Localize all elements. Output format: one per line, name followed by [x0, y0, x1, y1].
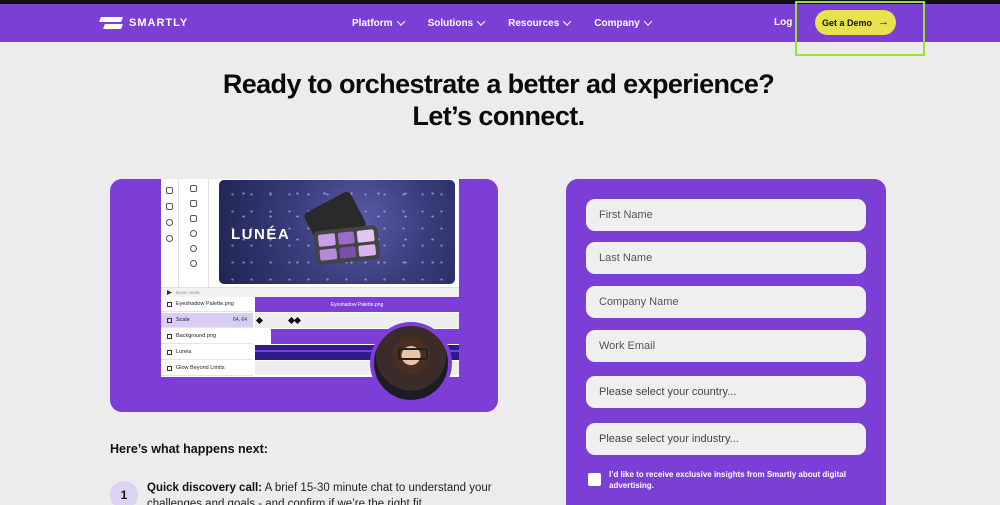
- first-name-input[interactable]: [586, 199, 866, 231]
- step-description: Quick discovery call: A brief 15-30 minu…: [147, 480, 497, 505]
- swatch: [319, 247, 338, 261]
- timecode: 00:00 / 00:00: [176, 290, 200, 295]
- login-link[interactable]: Log In: [774, 17, 796, 28]
- layer-label: Background.png: [176, 333, 217, 339]
- layer-label: Lunéa: [176, 349, 192, 355]
- industry-select[interactable]: Please select your industry...: [586, 423, 866, 455]
- nav-solutions[interactable]: Solutions: [427, 12, 486, 34]
- layer-row: Background.png: [161, 329, 253, 344]
- image-layer-icon: [167, 301, 172, 307]
- step-number: 1: [110, 481, 138, 505]
- swatch: [358, 243, 377, 257]
- swatch: [338, 245, 357, 259]
- nav-company[interactable]: Company: [594, 12, 653, 34]
- track-eyeshadow: Eyeshadow Palette.png: [255, 297, 459, 312]
- layer-row: Scale 64, 64: [161, 313, 253, 328]
- megaphone-icon: [166, 203, 173, 210]
- swatch: [356, 229, 375, 243]
- demo-request-form: Please select your country... Please sel…: [566, 179, 886, 505]
- ad-preview: LUNÉA: [219, 180, 455, 284]
- step-heading: Quick discovery call:: [147, 482, 263, 494]
- editor-tool-panel: [179, 179, 209, 287]
- timeline-controls: 00:00 / 00:00: [161, 287, 459, 297]
- chevron-down-icon: [643, 17, 653, 26]
- logo-text: SMARTLY: [129, 17, 189, 29]
- swatch: [317, 233, 336, 247]
- add-tool-icon: [190, 230, 197, 237]
- keyframe: [255, 316, 264, 325]
- smartly-logo-icon: [100, 17, 122, 29]
- next-steps-title: Here’s what happens next:: [110, 442, 268, 456]
- image-layer-icon: [167, 333, 172, 339]
- layer-row: Lunéa: [161, 345, 253, 360]
- play-icon: [167, 290, 172, 295]
- sparkle-icon: [166, 187, 173, 194]
- company-name-input[interactable]: [586, 286, 866, 318]
- swatch: [337, 231, 356, 245]
- nav-resources[interactable]: Resources: [508, 12, 572, 34]
- consent-checkbox[interactable]: [588, 473, 601, 486]
- diamond-icon: [167, 317, 172, 323]
- last-name-input[interactable]: [586, 242, 866, 274]
- text-layer-icon: [167, 349, 172, 355]
- pin-icon: [166, 235, 173, 242]
- editor-toolbar: [161, 179, 179, 287]
- nav-company-label: Company: [594, 17, 640, 29]
- product-visual: LUNÉA 00:00 / 00:00 Eyeshadow Palette.pn…: [110, 179, 498, 412]
- main-menu: Platform Solutions Resources Company: [352, 12, 653, 34]
- nav-platform[interactable]: Platform: [352, 12, 405, 34]
- layer-row: Eyeshadow Palette.png: [161, 297, 253, 312]
- keyframe: [293, 316, 302, 325]
- eyeshadow-palette: [313, 224, 381, 266]
- shape-tool-icon: [190, 200, 197, 207]
- country-select[interactable]: Please select your country...: [586, 376, 866, 408]
- nav-solutions-label: Solutions: [427, 17, 474, 29]
- palette-icon: [166, 219, 173, 226]
- plus-tool-icon: [190, 260, 197, 267]
- highlight-box: [795, 1, 925, 56]
- chevron-down-icon: [563, 17, 572, 26]
- layer-label: Eyeshadow Palette.png: [176, 301, 234, 307]
- chevron-down-icon: [476, 17, 486, 26]
- ad-brand-name: LUNÉA: [231, 226, 291, 243]
- nav-platform-label: Platform: [352, 17, 393, 29]
- text-layer-icon: [167, 365, 172, 371]
- page-title: Ready to orchestrate a better ad experie…: [0, 68, 997, 132]
- layers-tool-icon: [190, 245, 197, 252]
- nav-resources-label: Resources: [508, 17, 560, 29]
- layer-value: 64, 64: [233, 317, 247, 323]
- work-email-input[interactable]: [586, 330, 866, 362]
- page-title-line-2: Let’s connect.: [412, 101, 585, 131]
- smartly-logo[interactable]: SMARTLY: [100, 12, 188, 34]
- consent-label[interactable]: I’d like to receive exclusive insights f…: [609, 469, 868, 491]
- layer-label: Scale: [176, 317, 190, 323]
- layer-label: Glow Beyond Limits: [176, 365, 225, 371]
- presenter-avatar: [370, 322, 452, 404]
- text-tool-icon: [190, 185, 197, 192]
- consent-row: I’d like to receive exclusive insights f…: [588, 469, 868, 491]
- chevron-down-icon: [396, 17, 405, 26]
- layer-row: Glow Beyond Limits: [161, 361, 253, 376]
- page-title-line-1: Ready to orchestrate a better ad experie…: [222, 69, 775, 99]
- image-tool-icon: [190, 215, 197, 222]
